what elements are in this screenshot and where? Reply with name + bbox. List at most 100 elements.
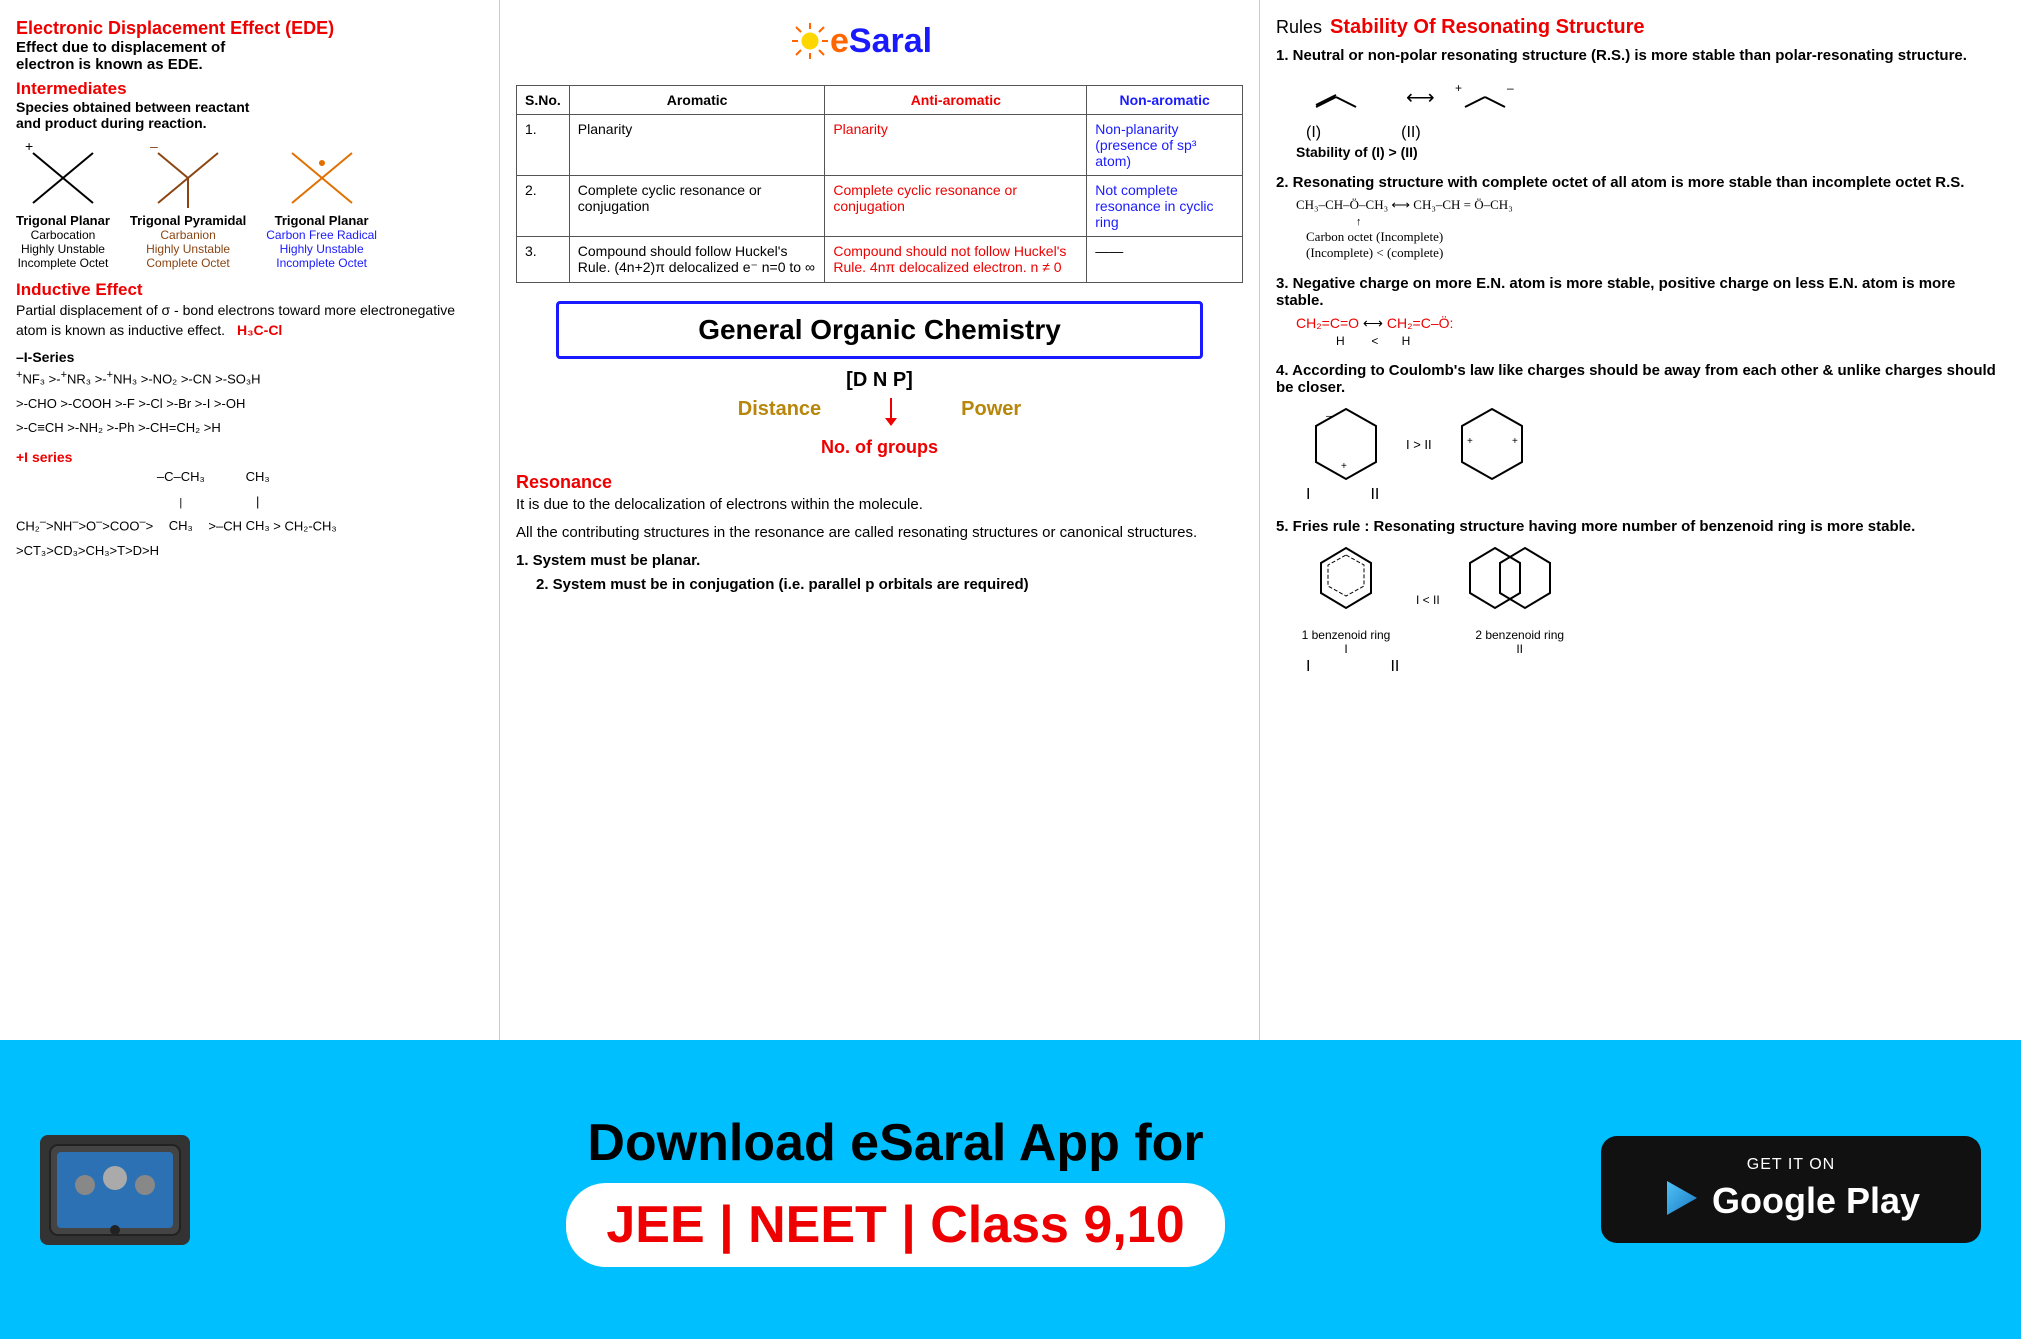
benzenoid-I-label: 1 benzenoid ring (1296, 628, 1396, 642)
rule1-text: 1. Neutral or non-polar resonating struc… (1276, 47, 2005, 64)
rule4-section: 4. According to Coulomb's law like charg… (1276, 362, 2005, 504)
rule4-structures: + – I > II + + (1306, 404, 2005, 484)
th-sno: S.No. (517, 86, 570, 115)
middle-column: eSaral S.No. Aromatic Anti-aromatic Non-… (500, 0, 1260, 1040)
row3-no: 3. (517, 237, 570, 283)
rule2-section: 2. Resonating structure with complete oc… (1276, 174, 2005, 261)
svg-text:–: – (1326, 411, 1332, 422)
iseries-title: –I-Series (16, 349, 483, 365)
stability-title: Stability Of Resonating Structure (1330, 16, 1644, 39)
rules-header: Rules Stability Of Resonating Structure (1276, 16, 2005, 39)
inductive-title: Inductive Effect (16, 280, 483, 300)
rule5-ineq: I < II (1416, 593, 1440, 607)
carbanion-svg: – (148, 143, 228, 213)
google-play-badge[interactable]: GET IT ON Google Play (1601, 1136, 1981, 1243)
benzenoid-II-svg (1460, 543, 1580, 623)
iseries-text: +NF₃ >-+NR₃ >-+NH₃ >-NO₂ >-CN >-SO₃H >-C… (16, 365, 483, 441)
carbocation-svg: + (23, 143, 103, 213)
struct-I-svg (1306, 72, 1386, 122)
intermediates-body: Species obtained between reactantand pro… (16, 99, 483, 131)
play-icon (1662, 1178, 1702, 1223)
row2-aromatic: Complete cyclic resonance or conjugation (569, 176, 825, 237)
dnp-label: [D N P] (516, 369, 1243, 392)
structures-row: + Trigonal Planar Carbocation Highly Uns… (16, 143, 483, 270)
svg-text:+: + (1467, 436, 1473, 447)
resonance-body: It is due to the delocalization of elect… (516, 493, 1243, 597)
get-it-on-text: GET IT ON (1631, 1156, 1951, 1174)
carbanion-item: – Trigonal Pyramidal Carbanion Highly Un… (130, 143, 246, 270)
row3-anti: Compound should not follow Huckel's Rule… (825, 237, 1087, 283)
row1-non: Non-planarity (presence of sp³ atom) (1087, 115, 1243, 176)
table-row: 3. Compound should follow Huckel's Rule.… (517, 237, 1243, 283)
row2-non: Not complete resonance in cyclic ring (1087, 176, 1243, 237)
iplus-formula: CH₂–>NH–>O–>COO–> –C–CH₃ | CH₃ >–CH CH₃ … (16, 465, 483, 539)
svg-text:+: + (1341, 461, 1347, 472)
row1-no: 1. (517, 115, 570, 176)
row1-anti: Planarity (825, 115, 1087, 176)
row2-anti: Complete cyclic resonance or conjugation (825, 176, 1087, 237)
ede-title: Electronic Displacement Effect (EDE) (16, 18, 483, 39)
inductive-body: Partial displacement of σ - bond electro… (16, 300, 483, 341)
resonance-arrow-1: ⟷ (1406, 85, 1435, 110)
goc-box: General Organic Chemistry (556, 301, 1203, 359)
left-column: Electronic Displacement Effect (EDE) Eff… (0, 0, 500, 1040)
row1-aromatic: Planarity (569, 115, 825, 176)
rule1-section: 1. Neutral or non-polar resonating struc… (1276, 47, 2005, 160)
svg-text:+: + (1455, 81, 1462, 95)
svg-text:–: – (150, 143, 158, 154)
carbocation-item: + Trigonal Planar Carbocation Highly Uns… (16, 143, 110, 270)
iplus-title: +I series (16, 449, 483, 465)
rule5-structures: 1 benzenoid ring I I < II 2 benzenoid (1296, 543, 2005, 656)
row2-no: 2. (517, 176, 570, 237)
footer-center: Download eSaral App for JEE | NEET | Cla… (566, 1113, 1224, 1267)
label-I: (I) (1306, 124, 1321, 142)
dnp-power: Power (961, 398, 1021, 421)
th-aromatic: Aromatic (569, 86, 825, 115)
google-play-text: Google Play (1712, 1180, 1920, 1222)
footer-left-image (40, 1135, 190, 1245)
dnp-arrow (881, 398, 901, 428)
rule2-formula: CH₃–CH–Ö–CH₃ ⟷ CH₃–CH = Ö–CH₃ ↑ Carbon o… (1296, 197, 2005, 261)
tablet-svg (45, 1140, 185, 1240)
rule3-section: 3. Negative charge on more E.N. atom is … (1276, 275, 2005, 348)
rule1-stability: Stability of (I) > (II) (1296, 144, 2005, 160)
label-II: (II) (1401, 124, 1421, 142)
logo-svg: eSaral (780, 16, 980, 66)
row3-aromatic: Compound should follow Huckel's Rule. (4… (569, 237, 825, 283)
free-radical-svg (282, 143, 362, 213)
rule5-roman-labels: I II (1306, 658, 2005, 676)
hexagon-II-svg: + + (1452, 404, 1532, 484)
struct-II-svg: + – (1455, 72, 1535, 122)
table-row: 2. Complete cyclic resonance or conjugat… (517, 176, 1243, 237)
dnp-groups: No. of groups (516, 437, 1243, 458)
rules-label: Rules (1276, 17, 1322, 38)
ede-body: Effect due to displacement ofelectron is… (16, 39, 483, 73)
right-column: Rules Stability Of Resonating Structure … (1260, 0, 2021, 1040)
table-row: 1. Planarity Planarity Non-planarity (pr… (517, 115, 1243, 176)
rule4-labels: I II (1306, 486, 2005, 504)
rule3-formula: CH₂=C=O ⟷ CH₂=C–Ö: H < H (1296, 315, 2005, 348)
resonance-section: Resonance It is due to the delocalizatio… (516, 472, 1243, 597)
row3-non: —— (1087, 237, 1243, 283)
footer-banner: Download eSaral App for JEE | NEET | Cla… (0, 1040, 2021, 1339)
inductive-formula: H₃C-Cl (237, 322, 282, 338)
rule1-structures: ⟷ + – (1306, 72, 2005, 122)
free-radical-item: Trigonal Planar Carbon Free Radical High… (266, 143, 377, 270)
rule4-ineq: I > II (1406, 437, 1432, 452)
iplus-formula2: >CT₃>CD₃>CH₃>T>D>H (16, 543, 483, 558)
tablet-mockup (40, 1135, 190, 1245)
goc-title: General Organic Chemistry (579, 314, 1180, 346)
rule3-text: 3. Negative charge on more E.N. atom is … (1276, 275, 2005, 309)
rule1-labels: (I) (II) (1306, 124, 2005, 142)
footer-download-text: Download eSaral App for (566, 1113, 1224, 1173)
rule4-text: 4. According to Coulomb's law like charg… (1276, 362, 2005, 396)
resonance-title: Resonance (516, 472, 1243, 493)
rule5-text: 5. Fries rule : Resonating structure hav… (1276, 518, 2005, 535)
play-button-svg (1662, 1178, 1702, 1218)
rule2-text: 2. Resonating structure with complete oc… (1276, 174, 2005, 191)
th-antiaromatic: Anti-aromatic (825, 86, 1087, 115)
intermediates-title: Intermediates (16, 79, 483, 99)
benzenoid-II-label: 2 benzenoid ring (1460, 628, 1580, 642)
rule5-section: 5. Fries rule : Resonating structure hav… (1276, 518, 2005, 676)
dnp-section: [D N P] Distance Power (516, 369, 1243, 458)
